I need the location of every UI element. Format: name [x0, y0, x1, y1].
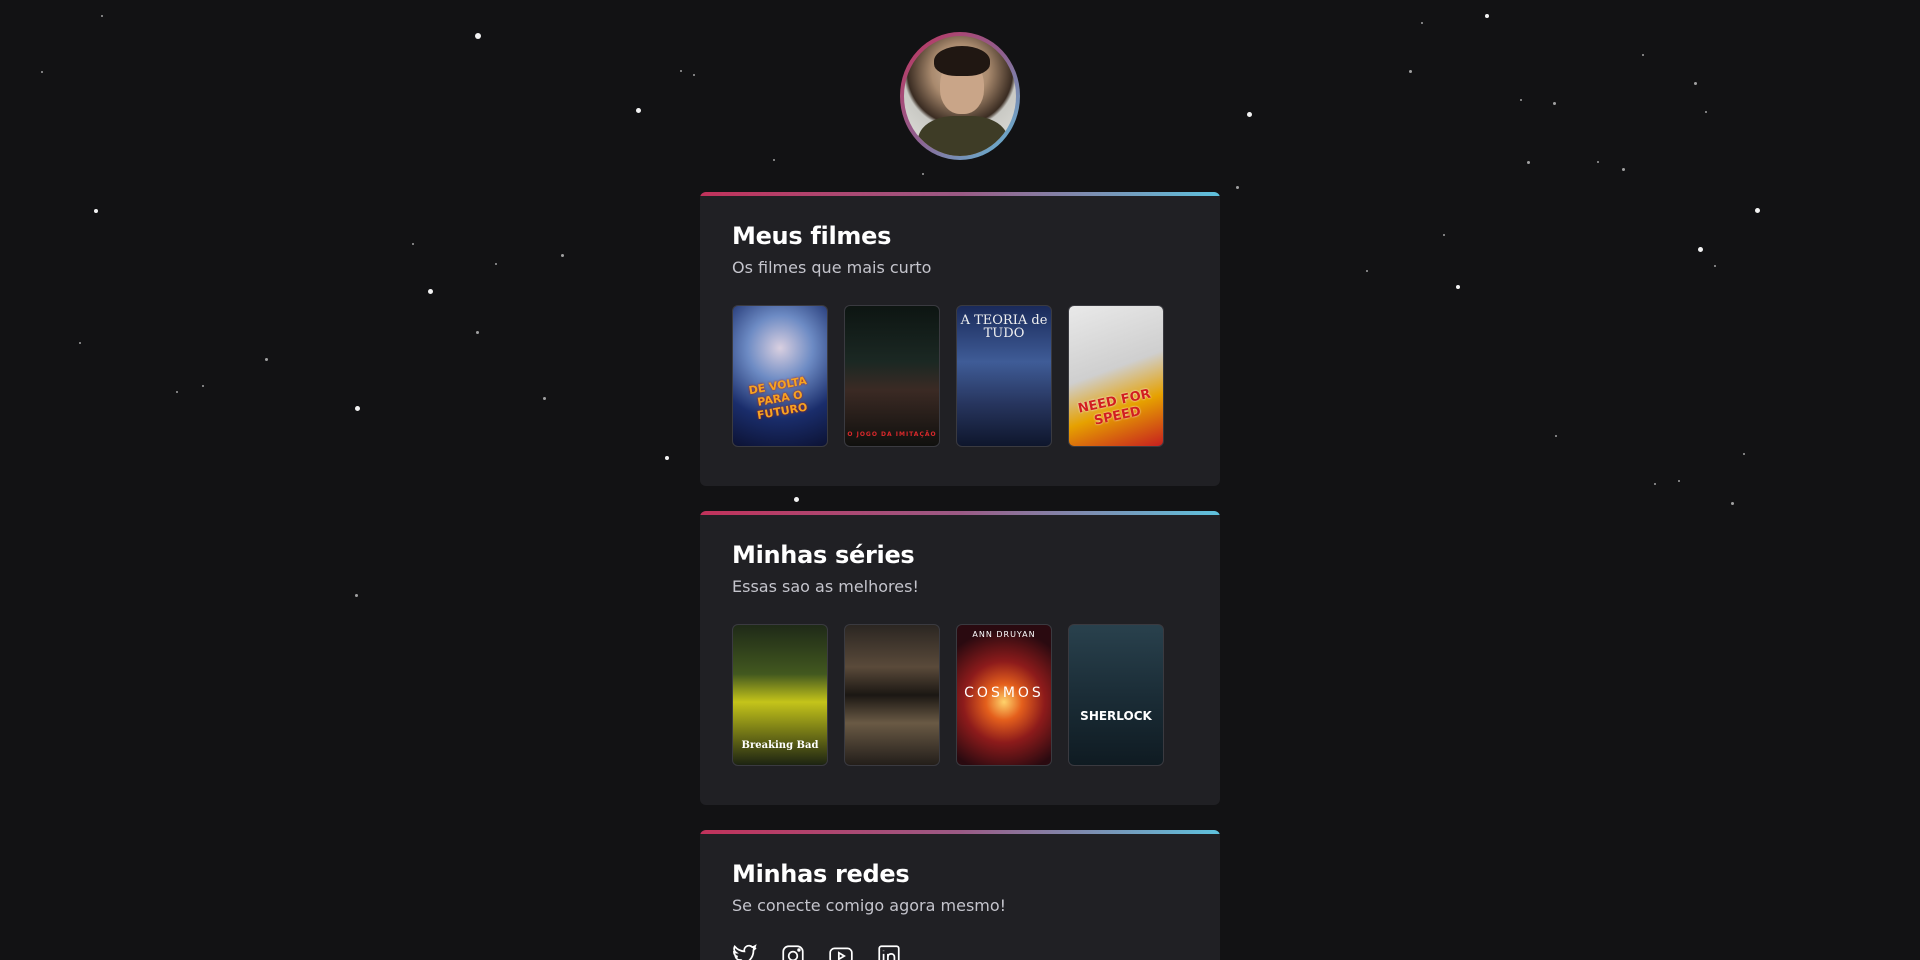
star [1409, 70, 1412, 73]
movie-poster-need-for-speed[interactable]: NEED FOR SPEED [1068, 305, 1164, 447]
series-list: Breaking Bad ANN DRUYAN COSMOS SHERLOCK [732, 624, 1188, 766]
star [1743, 453, 1745, 455]
section-subtitle: Os filmes que mais curto [732, 258, 932, 277]
star [922, 173, 924, 175]
star [495, 263, 497, 265]
section-subtitle: Se conecte comigo agora mesmo! [732, 896, 1007, 915]
star [1366, 270, 1368, 272]
star [680, 70, 682, 72]
star [1247, 112, 1252, 117]
poster-title: A TEORIA de TUDO [960, 313, 1048, 341]
star [1456, 285, 1460, 289]
poster-title: COSMOS [964, 685, 1044, 701]
series-poster-dark[interactable] [844, 624, 940, 766]
star [1642, 54, 1644, 56]
social-card: Minhas redes Se conecte comigo agora mes… [700, 830, 1220, 960]
star [561, 254, 564, 257]
section-subtitle: Essas sao as melhores! [732, 577, 919, 596]
star [1555, 435, 1557, 437]
star [1527, 161, 1530, 164]
poster-title: DE VOLTA PARA O FUTURO [747, 374, 809, 423]
section-title: Minhas redes [732, 860, 910, 888]
star [355, 594, 358, 597]
instagram-icon[interactable] [780, 943, 806, 960]
star [636, 108, 641, 113]
poster-title: SHERLOCK [1080, 709, 1152, 723]
section-title: Minhas séries [732, 541, 915, 569]
movie-poster-theory-of-everything[interactable]: A TEORIA de TUDO [956, 305, 1052, 447]
star [1698, 247, 1703, 252]
star [1705, 111, 1707, 113]
star [1520, 99, 1522, 101]
linkedin-icon[interactable] [876, 943, 902, 960]
star [1421, 22, 1423, 24]
star [543, 397, 546, 400]
movie-poster-imitation-game[interactable]: O JOGO DA IMITAÇÃO [844, 305, 940, 447]
star [101, 15, 103, 17]
star [1731, 502, 1734, 505]
star [202, 385, 204, 387]
star [1654, 483, 1656, 485]
star [1443, 234, 1445, 236]
star [412, 243, 414, 245]
youtube-icon[interactable] [828, 943, 854, 960]
series-card: Minhas séries Essas sao as melhores! Bre… [700, 511, 1220, 805]
poster-credit: ANN DRUYAN [972, 630, 1036, 639]
movies-card: Meus filmes Os filmes que mais curto DE … [700, 192, 1220, 486]
star [1678, 480, 1680, 482]
star [773, 159, 775, 161]
star [94, 209, 98, 213]
star [794, 497, 799, 502]
star [476, 331, 479, 334]
star [1622, 168, 1625, 171]
poster-title: Breaking Bad [741, 740, 819, 751]
star [693, 74, 695, 76]
series-poster-sherlock[interactable]: SHERLOCK [1068, 624, 1164, 766]
twitter-icon[interactable] [732, 943, 758, 960]
star [1714, 265, 1716, 267]
star [1597, 161, 1599, 163]
star [1553, 102, 1556, 105]
section-title: Meus filmes [732, 222, 892, 250]
star [79, 342, 81, 344]
star [428, 289, 433, 294]
poster-title: NEED FOR SPEED [1076, 386, 1153, 429]
series-poster-cosmos[interactable]: ANN DRUYAN COSMOS [956, 624, 1052, 766]
star [665, 456, 669, 460]
star [1236, 186, 1239, 189]
page: Meus filmes Os filmes que mais curto DE … [0, 0, 1920, 960]
star [265, 358, 268, 361]
movie-poster-back-to-the-future[interactable]: DE VOLTA PARA O FUTURO [732, 305, 828, 447]
star [1485, 14, 1489, 18]
movies-list: DE VOLTA PARA O FUTURO O JOGO DA IMITAÇÃ… [732, 305, 1188, 447]
avatar [900, 32, 1020, 160]
star [41, 71, 43, 73]
star [1755, 208, 1760, 213]
star [475, 33, 481, 39]
star [355, 406, 360, 411]
poster-title: O JOGO DA IMITAÇÃO [847, 431, 937, 438]
star [176, 391, 178, 393]
profile-photo [904, 36, 1016, 156]
social-links [732, 943, 1188, 960]
star [1694, 82, 1697, 85]
series-poster-breaking-bad[interactable]: Breaking Bad [732, 624, 828, 766]
